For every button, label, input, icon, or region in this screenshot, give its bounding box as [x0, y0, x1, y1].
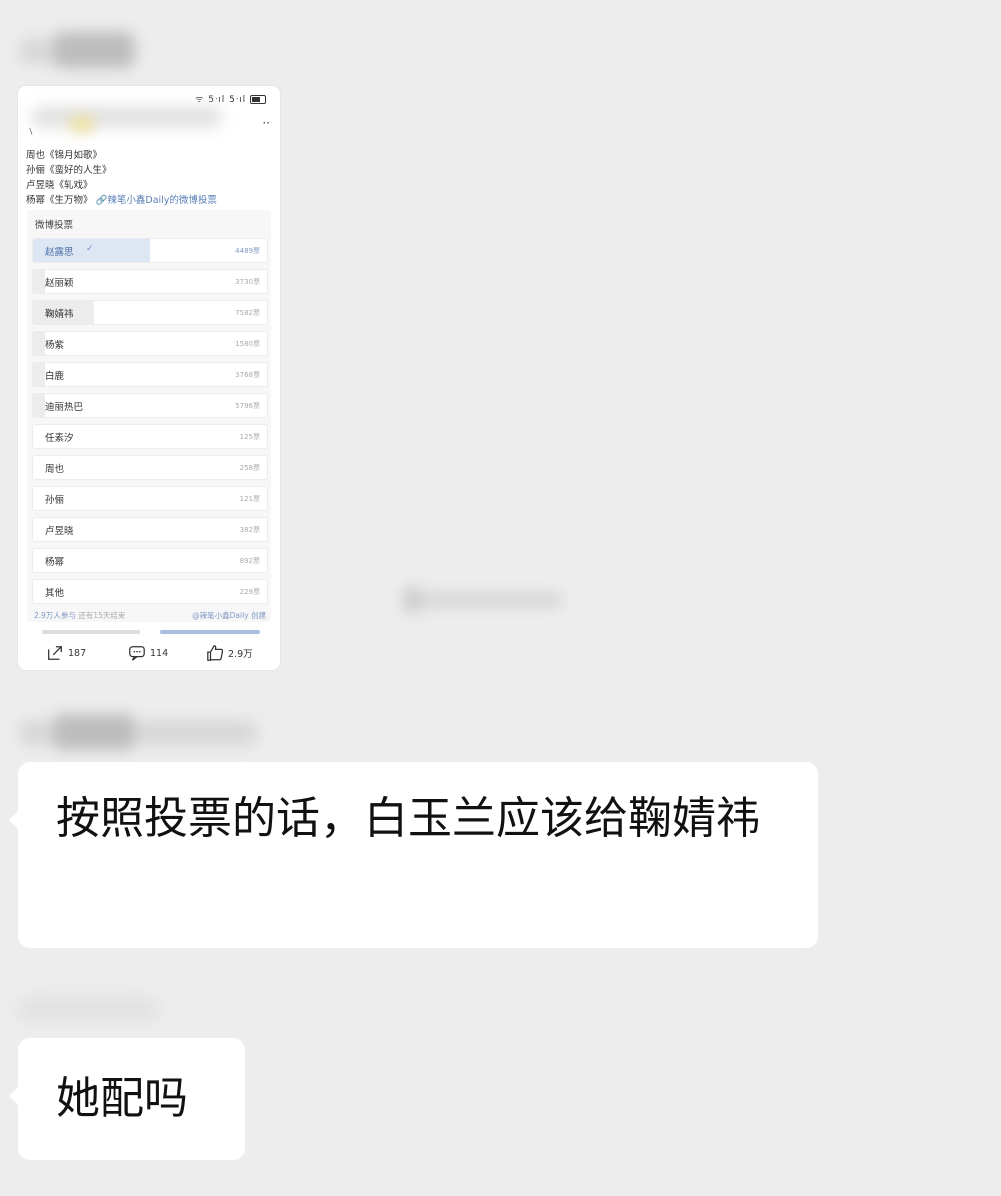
poll-option-count: 1580票 [235, 340, 260, 348]
poll-option[interactable]: 杨幂 892票 [32, 548, 268, 573]
message-bubble[interactable]: 按照投票的话，白玉兰应该给鞠婧祎 [9, 762, 818, 948]
share-icon [48, 646, 62, 660]
more-icon: ·· [262, 116, 270, 130]
post-line: 卢昱晓《轧戏》 [26, 180, 93, 191]
thumbs-up-icon [207, 645, 224, 661]
poll-option[interactable]: 迪丽热巴 5796票 [32, 393, 268, 418]
check-icon: ✓ [86, 244, 94, 254]
poll-link-text: 辣笔小鑫Daily的微博投票 [107, 195, 217, 206]
status-bar: ᯤ 5ᐧıl 5ᐧıl [18, 86, 280, 108]
poll-footer: 2.9万人参与 还有15天结束 @辣笔小鑫Daily 创建 [34, 610, 266, 621]
blurred-element [404, 588, 600, 612]
poll-option-label: 任素汐 [45, 433, 74, 444]
poll-option-label: 杨紫 [45, 340, 65, 351]
poll-option-label: 其他 [45, 588, 65, 599]
post-line: 周也《锦月如歌》 [26, 150, 103, 161]
battery-icon [250, 95, 266, 104]
poll-option-fill [33, 363, 45, 386]
poll-option-count: 7582票 [235, 309, 260, 317]
signal-icons: ᯤ 5ᐧıl 5ᐧıl [195, 92, 266, 105]
poll-button-right [160, 630, 260, 634]
poll-option[interactable]: 孙俪 121票 [32, 486, 268, 511]
poll-option[interactable]: 赵露思 ✓ 4489票 [32, 238, 268, 263]
poll-option-fill [33, 332, 45, 355]
poll-title: 微博投票 [35, 220, 74, 231]
poll-option-label: 迪丽热巴 [45, 402, 84, 413]
message-bubble[interactable]: 她配吗 [9, 1038, 245, 1160]
post-line: 杨幂《生万物》 [26, 195, 93, 206]
comment-icon [129, 646, 145, 661]
poll-option[interactable]: 任素汐 125票 [32, 424, 268, 449]
sender-name-1 [18, 30, 138, 68]
action-bar: 187 114 2.9万 [18, 640, 280, 670]
poll-option[interactable]: 鞠婧祎 7582票 [32, 300, 268, 325]
poll-option[interactable]: 周也 258票 [32, 455, 268, 480]
poll-option-label: 白鹿 [45, 371, 65, 382]
poll-option[interactable]: 白鹿 3768票 [32, 362, 268, 387]
poll-option-label: 杨幂 [45, 557, 65, 568]
poll-option-count: 3768票 [235, 371, 260, 379]
poll-option-count: 4489票 [235, 247, 260, 255]
post-text: 周也《锦月如歌》 孙俪《蛮好的人生》 卢昱晓《轧戏》 杨幂《生万物》 🔗辣笔小鑫… [26, 148, 217, 208]
sender-name-2 [18, 712, 258, 750]
avatar [70, 116, 94, 132]
poll-option-count: 121票 [239, 495, 260, 503]
poll-option[interactable]: 赵丽颖 3730票 [32, 269, 268, 294]
back-icon: ﹨ [26, 126, 36, 137]
shared-screenshot[interactable]: ᯤ 5ᐧıl 5ᐧıl ﹨ ·· 周也《锦月如歌》 孙俪《蛮好的人生》 卢昱晓《… [18, 86, 280, 670]
poll-option-label: 卢昱晓 [45, 526, 74, 537]
poll-link: 🔗辣笔小鑫Daily的微博投票 [95, 195, 217, 206]
poll-option-label: 孙俪 [45, 495, 65, 506]
poll-option-count: 382票 [239, 526, 260, 534]
poll-option-count: 3730票 [235, 278, 260, 286]
poll-option-count: 125票 [239, 433, 260, 441]
poll-button-left [42, 630, 140, 634]
like-count: 2.9万 [228, 649, 253, 660]
message-text: 按照投票的话，白玉兰应该给鞠婧祎 [56, 793, 760, 844]
poll-option-label: 赵丽颖 [45, 278, 74, 289]
poll-option[interactable]: 杨紫 1580票 [32, 331, 268, 356]
poll-option-count: 229票 [239, 588, 260, 596]
poll: 微博投票 赵露思 ✓ 4489票赵丽颖 3730票鞠婧祎 7582票杨紫 1580票白鹿 3… [27, 210, 271, 622]
poll-creator: @辣笔小鑫Daily 创建 [192, 611, 266, 620]
message-text: 她配吗 [56, 1073, 188, 1124]
post-line: 孙俪《蛮好的人生》 [26, 165, 112, 176]
poll-option-fill [33, 394, 45, 417]
sender-name-3 [18, 988, 158, 1026]
poll-remaining: 还有15天结束 [78, 611, 126, 620]
poll-option-count: 5796票 [235, 402, 260, 410]
like-action: 2.9万 [206, 644, 253, 662]
poll-option[interactable]: 其他 229票 [32, 579, 268, 604]
poll-option[interactable]: 卢昱晓 382票 [32, 517, 268, 542]
poll-participants: 2.9万人参与 [34, 611, 76, 620]
poll-option-count: 258票 [239, 464, 260, 472]
blurred-header [32, 106, 222, 128]
poll-option-count: 892票 [239, 557, 260, 565]
share-action: 187 [46, 644, 86, 662]
poll-option-fill [33, 270, 45, 293]
poll-option-label: 赵露思 [45, 247, 74, 258]
poll-option-label: 周也 [45, 464, 65, 475]
share-count: 187 [68, 647, 87, 659]
comment-action: 114 [128, 644, 168, 662]
poll-option-label: 鞠婧祎 [45, 309, 74, 320]
comment-count: 114 [150, 647, 169, 659]
